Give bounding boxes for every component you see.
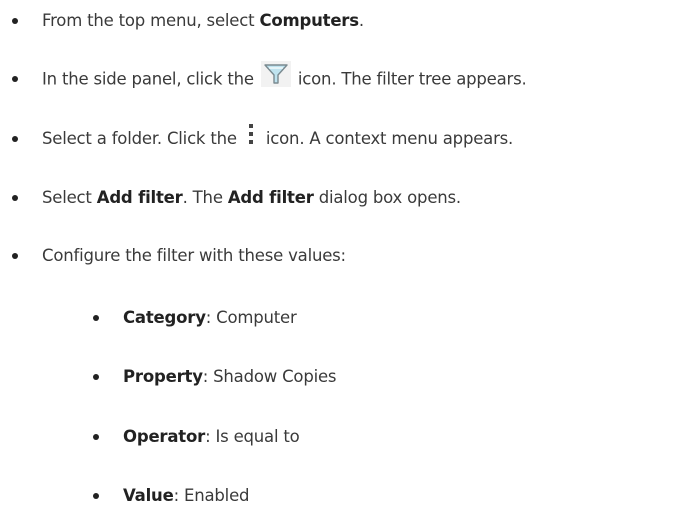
bullet: [12, 195, 18, 201]
bullet: [12, 136, 18, 142]
add-filter-option: Add filter: [96, 188, 183, 207]
value-text: : Is equal to: [205, 427, 300, 446]
step-configure-filter: Configure the filter with these values:: [42, 246, 346, 265]
value-label: Operator: [123, 427, 206, 446]
filter-icon: [260, 61, 291, 87]
bullet: [93, 434, 99, 440]
bullet: [93, 315, 99, 321]
value-label: Category: [123, 308, 206, 327]
instruction-list: From the top menu, select Computers. In …: [0, 0, 700, 524]
menu-item-computers: Computers: [259, 11, 359, 30]
bullet: [12, 76, 18, 82]
vertical-ellipsis-icon: [248, 123, 253, 144]
bullet: [12, 253, 18, 259]
value-value: Value: Enabled: [123, 484, 249, 508]
value-text: : Enabled: [173, 486, 250, 505]
value-label: Value: [123, 486, 174, 505]
value-label: Property: [123, 367, 203, 386]
value-operator: Operator: Is equal to: [123, 425, 300, 449]
step-open-context-menu: Select a folder. Click the icon. A conte…: [42, 123, 513, 151]
step-click-filter-icon: In the side panel, click the icon. The f…: [42, 61, 527, 91]
value-text: : Computer: [205, 308, 297, 327]
bullet: [93, 374, 99, 380]
step-add-filter: Select Add filter. The Add filter dialog…: [42, 188, 461, 207]
value-category: Category: Computer: [123, 306, 297, 330]
step-select-computers: From the top menu, select Computers.: [42, 11, 364, 30]
bullet: [93, 493, 99, 499]
bullet: [12, 18, 18, 24]
step-text: From the top menu, select: [42, 11, 260, 30]
value-property: Property: Shadow Copies: [123, 365, 337, 389]
value-text: : Shadow Copies: [202, 367, 337, 386]
add-filter-dialog-title: Add filter: [227, 188, 314, 207]
